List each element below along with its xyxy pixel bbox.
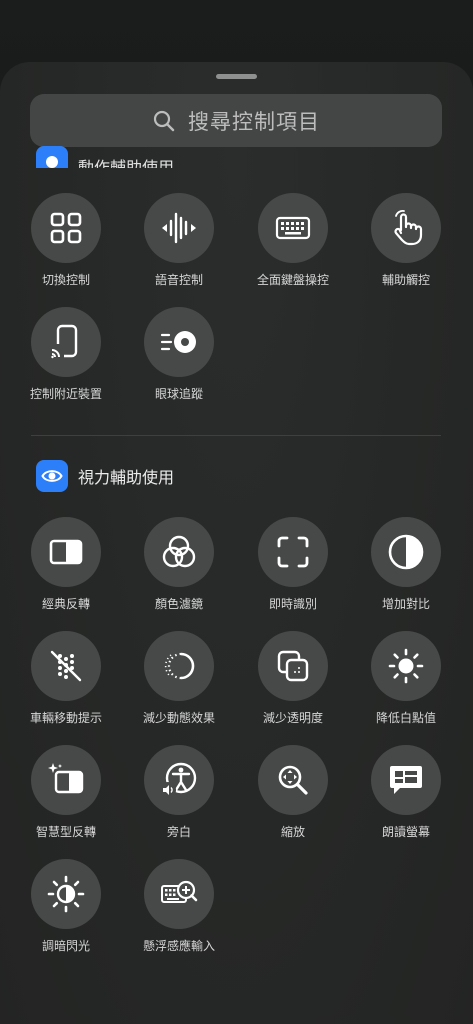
vision-section-title: 視力輔助使用 (78, 468, 175, 487)
tile-switch-control[interactable]: 切換控制 (10, 193, 122, 288)
dim-flashing-lights-button[interactable] (31, 859, 101, 929)
tile-label: 調暗閃光 (41, 939, 90, 953)
tile-label: 語音控制 (154, 273, 203, 287)
voiceover-icon (160, 762, 197, 798)
voiceover-button[interactable] (144, 745, 214, 815)
tile-label: 切換控制 (41, 273, 90, 287)
speak-screen-icon (390, 766, 422, 794)
voice-control-button[interactable] (144, 193, 214, 263)
control-nearby-devices-button[interactable] (31, 307, 101, 377)
reduce-white-point-button[interactable] (371, 631, 441, 701)
classic-invert-icon (49, 539, 83, 565)
search-icon (153, 110, 175, 131)
tile-label: 減少透明度 (262, 711, 323, 725)
vehicle-motion-icon (50, 650, 82, 682)
tile-label: 輔助觸控 (381, 273, 430, 287)
tile-full-keyboard-access[interactable]: 全面鍵盤操控 (237, 193, 349, 288)
live-recognition-button[interactable] (258, 517, 328, 587)
smart-invert-icon (48, 763, 84, 794)
tile-hover-typing[interactable]: 懸浮感應輸入 (123, 859, 235, 954)
tile-reduce-transparency[interactable]: 減少透明度 (237, 631, 349, 726)
tile-reduce-motion[interactable]: 減少動態效果 (123, 631, 235, 726)
hover-typing-button[interactable] (144, 859, 214, 929)
tile-label: 朗讀螢幕 (381, 825, 430, 839)
vision-section-badge (36, 460, 68, 492)
search-placeholder: 搜尋控制項目 (188, 109, 320, 134)
dim-flashing-icon (47, 875, 85, 913)
tile-voice-control[interactable]: 語音控制 (123, 193, 235, 288)
motor-section-icon (36, 146, 68, 168)
tile-label: 顏色濾鏡 (154, 597, 203, 611)
phone-cast-icon (50, 324, 78, 359)
tile-reduce-white-point[interactable]: 降低白點值 (350, 631, 462, 726)
motor-section-header: 動作輔助使用 (36, 146, 174, 168)
tile-label: 旁白 (166, 825, 191, 839)
tile-zoom[interactable]: 縮放 (237, 745, 349, 840)
increase-contrast-button[interactable] (371, 517, 441, 587)
tile-label: 控制附近裝置 (29, 387, 102, 401)
tile-speak-screen[interactable]: 朗讀螢幕 (350, 745, 462, 840)
vision-section-header: 視力輔助使用 (36, 460, 174, 492)
tile-vehicle-motion-cues[interactable]: 車輛移動提示 (10, 631, 122, 726)
waveform-icon (162, 212, 196, 244)
reduce-transparency-icon (277, 650, 309, 682)
speak-screen-button[interactable] (371, 745, 441, 815)
contrast-icon (388, 534, 424, 570)
tile-classic-invert[interactable]: 經典反轉 (10, 517, 122, 612)
zoom-button[interactable] (258, 745, 328, 815)
reduce-transparency-button[interactable] (258, 631, 328, 701)
keyboard-icon (275, 216, 311, 240)
grid-icon (50, 212, 82, 244)
tile-label: 降低白點值 (375, 711, 436, 725)
motor-section-title: 動作輔助使用 (78, 158, 175, 168)
switch-control-button[interactable] (31, 193, 101, 263)
assistive-touch-button[interactable] (371, 193, 441, 263)
tile-label: 經典反轉 (41, 597, 90, 611)
tile-live-recognition[interactable]: 即時識別 (237, 517, 349, 612)
tile-label: 智慧型反轉 (35, 825, 96, 839)
search-bar[interactable]: 搜尋控制項目 (30, 94, 442, 147)
tile-color-filters[interactable]: 顏色濾鏡 (123, 517, 235, 612)
tile-label: 懸浮感應輸入 (142, 939, 215, 953)
reduce-motion-button[interactable] (144, 631, 214, 701)
eye-icon (41, 470, 63, 482)
tile-label: 減少動態效果 (142, 711, 215, 725)
tile-control-nearby-devices[interactable]: 控制附近裝置 (10, 307, 122, 402)
hand-pointer-icon (394, 210, 423, 246)
controls-gallery-sheet: 搜尋控制項目 動作輔助使用 切換控制 語音控制 全面鍵盤操控 輔助觸控 控制附近… (0, 62, 473, 1024)
section-divider (31, 435, 441, 436)
zoom-icon (278, 765, 308, 795)
tile-label: 全面鍵盤操控 (256, 273, 329, 287)
tile-assistive-touch[interactable]: 輔助觸控 (350, 193, 462, 288)
full-keyboard-access-button[interactable] (258, 193, 328, 263)
color-filters-button[interactable] (144, 517, 214, 587)
eye-tracking-button[interactable] (144, 307, 214, 377)
vehicle-motion-cues-button[interactable] (31, 631, 101, 701)
tile-smart-invert[interactable]: 智慧型反轉 (10, 745, 122, 840)
color-filters-icon (162, 535, 196, 568)
reduce-motion-icon (164, 652, 195, 680)
tile-label: 縮放 (280, 825, 305, 839)
hover-typing-icon (161, 880, 198, 903)
tile-label: 車輛移動提示 (29, 711, 102, 725)
tile-increase-contrast[interactable]: 增加對比 (350, 517, 462, 612)
live-recognition-icon (277, 536, 309, 568)
tile-label: 即時識別 (268, 597, 317, 611)
tile-dim-flashing-lights[interactable]: 調暗閃光 (10, 859, 122, 954)
white-point-icon (388, 648, 424, 684)
tile-eye-tracking[interactable]: 眼球追蹤 (123, 307, 235, 402)
classic-invert-button[interactable] (31, 517, 101, 587)
eye-tracking-icon (160, 331, 196, 353)
smart-invert-button[interactable] (31, 745, 101, 815)
tile-label: 眼球追蹤 (154, 387, 203, 401)
sheet-grabber[interactable] (216, 74, 257, 79)
tile-voiceover[interactable]: 旁白 (123, 745, 235, 840)
tile-label: 增加對比 (381, 597, 430, 611)
